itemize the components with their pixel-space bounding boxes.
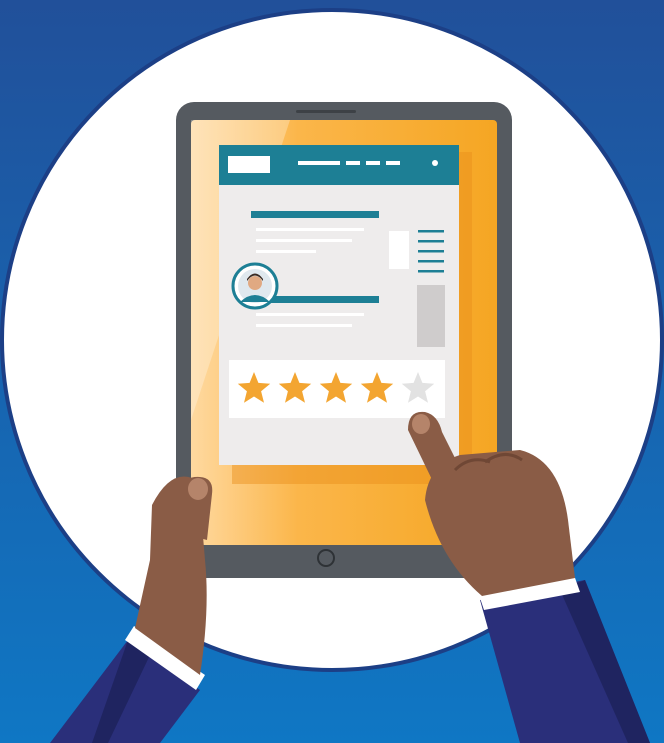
review-title-bar <box>251 211 379 218</box>
tablet-review-illustration <box>0 0 664 743</box>
sidebar-gray-box <box>417 285 445 347</box>
header-menu-item <box>298 161 340 165</box>
review-text-line <box>256 239 352 242</box>
sidebar-line <box>418 260 444 263</box>
header-menu-item <box>366 161 380 165</box>
review-text-line <box>256 250 316 253</box>
illustration-scene <box>0 0 664 743</box>
header-menu-item <box>386 161 400 165</box>
sidebar-box <box>389 231 409 269</box>
review-text-line <box>256 313 364 316</box>
header-dot <box>432 160 438 166</box>
header-logo <box>228 156 270 173</box>
sidebar-line <box>418 240 444 243</box>
sidebar-line <box>418 270 444 273</box>
review-text-line <box>256 324 352 327</box>
header-menu-item <box>346 161 360 165</box>
review-text-line <box>256 228 364 231</box>
review-title-bar <box>258 296 379 303</box>
sidebar-line <box>418 250 444 253</box>
left-thumbnail <box>188 478 208 500</box>
tablet-camera <box>296 110 356 113</box>
user-avatar-icon <box>231 262 279 310</box>
sidebar-line <box>418 230 444 233</box>
right-fingernail <box>412 414 430 434</box>
